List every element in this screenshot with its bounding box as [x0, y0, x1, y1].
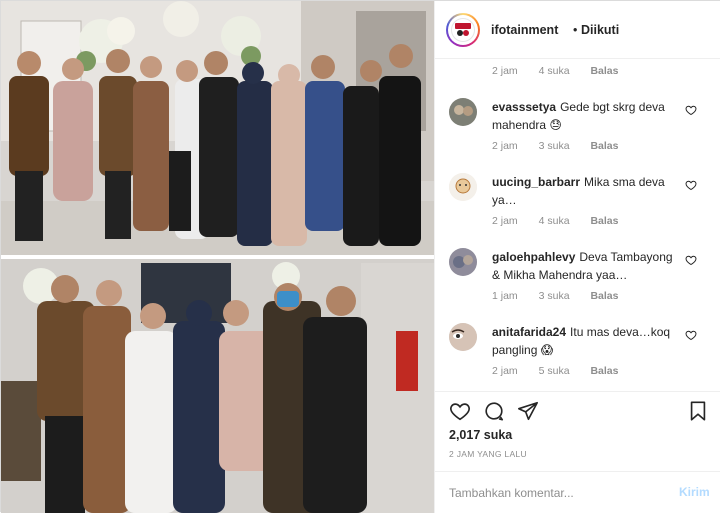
comment-meta: 1 jam 3 suka Balas — [492, 290, 637, 302]
likes-count[interactable]: 2,017 suka — [449, 428, 512, 442]
commenter-username[interactable]: evasssetya — [492, 100, 556, 114]
header-separator: • — [573, 23, 578, 37]
reply-button[interactable]: Balas — [590, 215, 618, 227]
comment-likes[interactable]: 3 suka — [539, 290, 570, 302]
reply-button[interactable]: Balas — [590, 365, 618, 377]
heart-icon[interactable] — [449, 400, 471, 422]
add-comment-input[interactable] — [449, 484, 659, 502]
commenter-username[interactable]: uucing_barbarr — [492, 175, 580, 189]
comment-likes[interactable]: 3 suka — [539, 140, 570, 152]
paper-plane-icon[interactable] — [517, 400, 539, 422]
commenter-username[interactable]: galoehpahlevy — [492, 250, 575, 264]
comment-likes[interactable]: 5 suka — [539, 365, 570, 377]
comment-likes[interactable]: 4 suka — [539, 65, 570, 77]
comment-like-heart-icon[interactable] — [685, 179, 697, 191]
add-comment-bar: Kirim — [435, 471, 720, 513]
bookmark-icon[interactable] — [687, 400, 709, 422]
comment-meta: 2 jam 4 suka Balas — [492, 215, 637, 227]
comment-time: 2 jam — [492, 65, 518, 77]
post-header: ifotainment • Diikuti — [435, 1, 720, 59]
comment-meta: 2 jam 5 suka Balas — [492, 365, 637, 377]
comment-meta: 2 jam 3 suka Balas — [492, 140, 637, 152]
post-photo-image — [1, 1, 434, 513]
commenter-avatar[interactable] — [449, 173, 477, 201]
commenter-avatar[interactable] — [449, 323, 477, 351]
comment-meta: 2 jam 4 suka Balas — [492, 65, 637, 77]
comment-time: 2 jam — [492, 365, 518, 377]
comment-like-heart-icon[interactable] — [685, 329, 697, 341]
follow-status-button[interactable]: Diikuti — [581, 23, 619, 37]
ifotainment-logo — [451, 18, 475, 42]
reply-button[interactable]: Balas — [590, 140, 618, 152]
comment-time: 2 jam — [492, 140, 518, 152]
post-timestamp: 2 JAM YANG LALU — [449, 449, 527, 459]
comment-bubble-icon[interactable] — [483, 400, 505, 422]
account-username[interactable]: ifotainment — [491, 23, 558, 37]
post-actions: 2,017 suka 2 JAM YANG LALU — [435, 391, 720, 481]
reply-button[interactable]: Balas — [590, 290, 618, 302]
comment-like-heart-icon[interactable] — [685, 254, 697, 266]
reply-button[interactable]: Balas — [590, 65, 618, 77]
commenter-avatar[interactable] — [449, 98, 477, 126]
comments-list[interactable]: 2 jam 4 suka Balas evasssetya Gede bgt sk… — [435, 59, 720, 391]
comment-likes[interactable]: 4 suka — [539, 215, 570, 227]
comment-time: 2 jam — [492, 215, 518, 227]
post-photo[interactable] — [1, 1, 434, 513]
commenter-username[interactable]: anitafarida24 — [492, 325, 566, 339]
comment-like-heart-icon[interactable] — [685, 104, 697, 116]
post-side-panel: ifotainment • Diikuti 2 jam 4 suka Balas… — [434, 1, 720, 513]
account-avatar[interactable] — [446, 13, 480, 47]
instagram-post-window: ifotainment • Diikuti 2 jam 4 suka Balas… — [0, 0, 720, 513]
commenter-avatar[interactable] — [449, 248, 477, 276]
comment-time: 1 jam — [492, 290, 518, 302]
post-comment-button[interactable]: Kirim — [679, 485, 710, 499]
